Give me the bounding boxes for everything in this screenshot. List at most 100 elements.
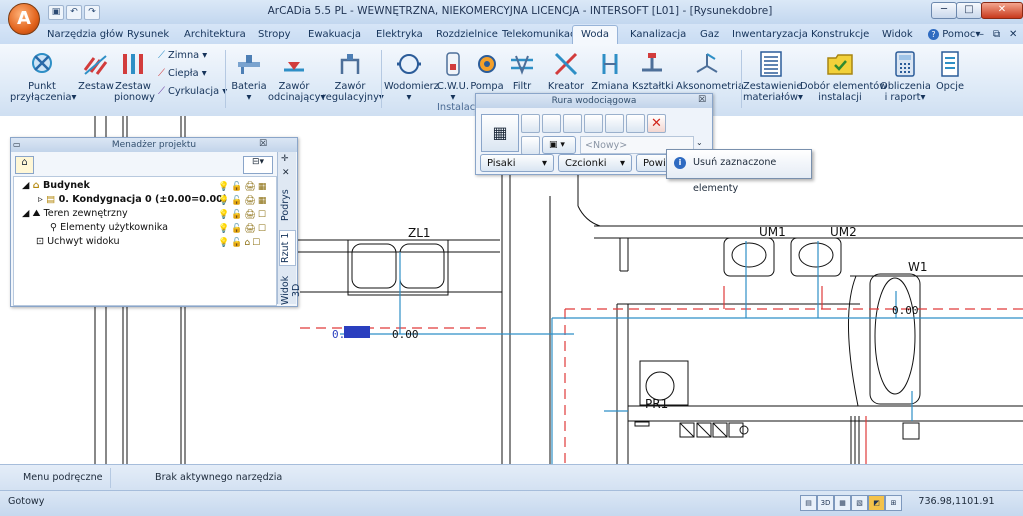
paint-icon[interactable] <box>521 136 540 155</box>
cold-label: Zimna <box>167 50 200 61</box>
help-menu[interactable]: ? Pomoc▾ <box>925 26 983 43</box>
tab-widok3d[interactable]: Widok 3D <box>280 268 302 312</box>
element-selection-button[interactable]: Dobór elementów instalacji <box>800 50 887 103</box>
info-icon: i <box>674 157 686 169</box>
maximize-button[interactable]: □ <box>956 2 982 19</box>
panel-pin-icon[interactable]: ▭ <box>13 140 23 150</box>
side-pin-icon[interactable]: ✛ <box>281 154 289 164</box>
change-button[interactable]: Zmiana <box>590 50 630 92</box>
redo-icon[interactable]: ↷ <box>84 5 100 20</box>
calculations-button[interactable]: Obliczenia i raport▾ <box>880 50 931 103</box>
edit-pipe-icon[interactable] <box>542 114 561 133</box>
fonts-label: Czcionki <box>565 158 607 169</box>
change-icon <box>602 54 618 74</box>
app-menu-button[interactable]: A <box>8 3 40 35</box>
undo-icon[interactable]: ↶ <box>66 5 82 20</box>
status-ready: Gotowy <box>8 496 45 507</box>
tree-item-building[interactable]: ◢ ⌂ Budynek <box>22 180 90 191</box>
tab-stropy[interactable]: Stropy <box>255 26 294 43</box>
tab-rzut1[interactable]: Rzut 1 <box>279 230 296 266</box>
project-manager-panel: Menadżer projektu ▭ ☒ ⌂ ⊟▾ ◢ ⌂ Budynek ▹… <box>10 137 302 307</box>
type-combo-arrow-icon[interactable]: ⌄ <box>696 138 703 147</box>
fittings-button[interactable]: Kształtki <box>632 50 674 92</box>
mdi-restore-button[interactable]: ⧉ <box>990 26 1003 43</box>
options-button[interactable]: Opcje <box>934 50 966 92</box>
vertical-set-button[interactable]: Zestaw pionowy <box>114 50 155 103</box>
tab-gaz[interactable]: Gaz <box>697 26 722 43</box>
mdi-close-button[interactable]: ✕ <box>1006 26 1020 43</box>
snap-toggle-icon[interactable]: ▦ <box>834 495 851 511</box>
vertical-set-label-1: Zestaw <box>115 81 151 92</box>
material-summary-button[interactable]: Zestawienie materiałów▾ <box>743 50 803 103</box>
shutoff-valve-button[interactable]: Zawór odcinający▾ <box>268 50 325 103</box>
context-menu-button[interactable]: Menu podręczne <box>23 472 103 483</box>
filter-button[interactable]: Filtr <box>506 50 538 92</box>
terrain-icon: ⛰ <box>32 208 41 219</box>
project-manager-header[interactable]: Menadżer projektu <box>11 138 297 152</box>
save-icon[interactable]: ▣ <box>48 5 64 20</box>
wizard-button[interactable]: Kreator <box>546 50 586 92</box>
pipe-grid-icon[interactable] <box>563 114 582 133</box>
pump-button[interactable]: Pompa <box>470 50 504 92</box>
polar-toggle-icon[interactable]: ◩ <box>868 495 885 511</box>
tab-woda[interactable]: Woda <box>572 25 618 45</box>
toolbar-header[interactable]: Rura wodociągowa <box>476 94 712 108</box>
label-um1: UM1 <box>759 225 786 239</box>
set-button[interactable]: Zestaw <box>78 50 114 92</box>
cold-water-button[interactable]: ⟋ Zimna ▾ <box>158 50 207 61</box>
tab-narzedzia[interactable]: Narzędzia głów <box>44 26 126 43</box>
osnap-toggle-icon[interactable]: ⊞ <box>885 495 902 511</box>
side-close-icon[interactable]: ✕ <box>282 168 290 178</box>
tab-elektryka[interactable]: Elektryka <box>373 26 426 43</box>
minimize-button[interactable]: ─ <box>931 2 957 19</box>
hot-water-heater-button[interactable]: C.W.U. ▾ <box>436 50 470 103</box>
pens-dropdown[interactable]: Pisaki ▾ <box>480 154 554 172</box>
window-title: ArCADia 5.5 PL - WEWNĘTRZNA, NIEKOMERCYJ… <box>267 5 773 17</box>
3d-toggle-icon[interactable]: 3D <box>817 495 834 511</box>
tree-item-user-elements[interactable]: ⚲ Elementy użytkownika <box>50 222 168 233</box>
tree-item-floor[interactable]: ▹ ▤ 0. Kondygnacja 0 (±0.00=0.00) <box>38 194 227 205</box>
tab-telekomunikacja[interactable]: Telekomunikacj <box>499 26 581 43</box>
mdi-minimize-button[interactable]: – <box>976 26 987 43</box>
filter-dropdown-icon[interactable]: ⊟▾ <box>243 156 273 174</box>
tree-item-view-handle[interactable]: ⊡ Uchwyt widoku <box>36 236 120 247</box>
grid-toggle-icon[interactable]: ▤ <box>800 495 817 511</box>
properties-icon[interactable]: ▦ <box>481 114 519 152</box>
add-building-icon[interactable]: ⌂ <box>15 156 34 174</box>
tab-rysunek[interactable]: Rysunek <box>124 26 172 43</box>
ribbon-tabs: Narzędzia głów Rysunek Architektura Stro… <box>0 24 1023 45</box>
toolbar-close-icon[interactable]: ☒ <box>698 95 706 105</box>
connection-point-button[interactable]: Punkt przyłączenia▾ <box>10 50 76 103</box>
add-pipe-icon[interactable] <box>626 114 645 133</box>
tab-ewakuacja[interactable]: Ewakuacja <box>305 26 364 43</box>
tab-widok[interactable]: Widok <box>879 26 916 43</box>
hot-water-button[interactable]: ⟋ Ciepła ▾ <box>158 68 207 79</box>
panel-close-icon[interactable]: ☒ <box>259 139 269 149</box>
faucet-button[interactable]: Bateria ▾ <box>231 50 267 103</box>
eraser-icon[interactable] <box>521 114 540 133</box>
tab-konstrukcje[interactable]: Konstrukcje <box>808 26 872 43</box>
close-button[interactable]: ✕ <box>981 2 1023 19</box>
water-meter-button[interactable]: Wodomierz ▾ <box>384 50 439 103</box>
circulation-button[interactable]: ⟋ Cyrkulacja ▾ <box>158 86 227 97</box>
tab-rozdzielnice[interactable]: Rozdzielnice <box>433 26 501 43</box>
tab-inwentaryzacja[interactable]: Inwentaryzacja <box>729 26 811 43</box>
tab-podrys[interactable]: Podrys <box>280 184 294 226</box>
tree-item-terrain[interactable]: ◢ ⛰ Teren zewnętrzny <box>22 208 128 219</box>
shutoff-valve-label-1: Zawór <box>278 81 310 92</box>
draw-pipe-icon[interactable] <box>584 114 603 133</box>
layer-dropdown[interactable]: ▣ ▾ <box>542 136 576 154</box>
fonts-dropdown[interactable]: Czcionki ▾ <box>558 154 632 172</box>
tree-label-terrain: Teren zewnętrzny <box>43 208 128 219</box>
tab-kanalizacja[interactable]: Kanalizacja <box>627 26 689 43</box>
regulating-valve-label-1: Zawór <box>334 81 366 92</box>
water-meter-label: Wodomierz <box>384 81 439 92</box>
label-um2: UM2 <box>830 225 857 239</box>
title-bar: ▣ ↶ ↷ ArCADia 5.5 PL - WEWNĘTRZNA, NIEKO… <box>0 0 1023 25</box>
ortho-toggle-icon[interactable]: ▧ <box>851 495 868 511</box>
delete-icon[interactable]: ✕ <box>647 114 666 133</box>
pipe-connect-icon[interactable] <box>605 114 624 133</box>
regulating-valve-button[interactable]: Zawór regulacyjny▾ <box>322 50 384 103</box>
tree-row-icons[interactable]: 💡🔓🖨▦ 💡🔓🖨▦ 💡🔓🖨☐ 💡🔓🖨☐ 💡🔓⌂☐ <box>218 180 268 250</box>
tab-architektura[interactable]: Architektura <box>181 26 249 43</box>
